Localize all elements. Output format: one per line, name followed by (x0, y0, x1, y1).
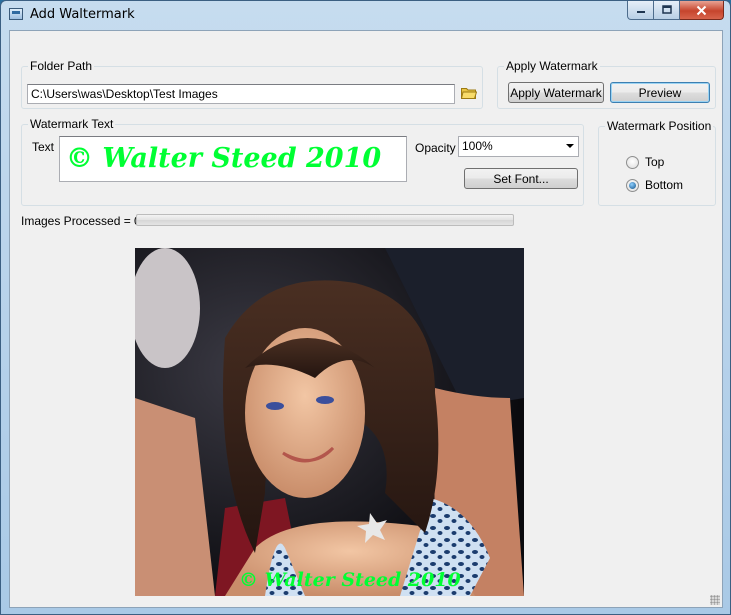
app-window: Add Waltermark Folder Path C:\Users\was\… (0, 0, 731, 615)
position-top-radio[interactable]: Top (626, 155, 664, 169)
position-bottom-label: Bottom (645, 178, 684, 192)
maximize-button[interactable] (654, 1, 680, 20)
close-button[interactable] (680, 1, 724, 20)
preview-button[interactable]: Preview (610, 82, 710, 103)
chevron-down-icon (566, 144, 574, 148)
title-bar[interactable]: Add Waltermark (1, 1, 730, 29)
radio-button[interactable] (626, 155, 639, 169)
opacity-select[interactable]: 100% (458, 136, 579, 157)
preview-image: © Walter Steed 2010 (135, 248, 524, 596)
watermark-text-input[interactable]: © Walter Steed 2010 (59, 136, 407, 182)
watermark-text-group: Watermark Text Text © Walter Steed 2010 … (21, 117, 584, 206)
preview-watermark-overlay: © Walter Steed 2010 (239, 569, 461, 591)
watermark-position-group: Watermark Position Top Bottom (598, 119, 716, 206)
folder-path-group: Folder Path C:\Users\was\Desktop\Test Im… (21, 59, 483, 109)
folder-icon (460, 88, 478, 99)
watermark-text-group-label: Watermark Text (28, 117, 116, 131)
progress-bar (136, 214, 514, 226)
opacity-label: Opacity (415, 141, 456, 155)
folder-path-label: Folder Path (28, 59, 95, 73)
resize-grip[interactable] (710, 595, 720, 605)
app-icon[interactable] (9, 8, 23, 20)
apply-watermark-group-label: Apply Watermark (504, 59, 600, 73)
apply-watermark-group: Apply Watermark Apply Watermark Preview (497, 59, 716, 109)
radio-button-checked[interactable] (626, 178, 639, 192)
window-title: Add Waltermark (30, 7, 135, 22)
text-label: Text (32, 140, 55, 154)
set-font-button[interactable]: Set Font... (464, 168, 578, 189)
watermark-text-value: © Walter Steed 2010 (66, 143, 382, 174)
minimize-icon (636, 11, 645, 13)
position-bottom-radio[interactable]: Bottom (626, 178, 683, 192)
preview-photo: © Walter Steed 2010 (135, 248, 524, 596)
watermark-position-group-label: Watermark Position (605, 119, 714, 133)
close-icon (696, 5, 707, 15)
folder-path-input[interactable]: C:\Users\was\Desktop\Test Images (27, 84, 455, 104)
opacity-value: 100% (462, 139, 493, 153)
minimize-button[interactable] (627, 1, 654, 20)
window-controls (627, 1, 724, 21)
position-top-label: Top (645, 155, 665, 169)
client-area: Folder Path C:\Users\was\Desktop\Test Im… (9, 30, 723, 608)
maximize-icon (661, 5, 672, 14)
apply-watermark-button[interactable]: Apply Watermark (508, 82, 604, 103)
images-processed-label: Images Processed = 0 (21, 214, 141, 228)
browse-folder-button[interactable] (460, 87, 478, 99)
